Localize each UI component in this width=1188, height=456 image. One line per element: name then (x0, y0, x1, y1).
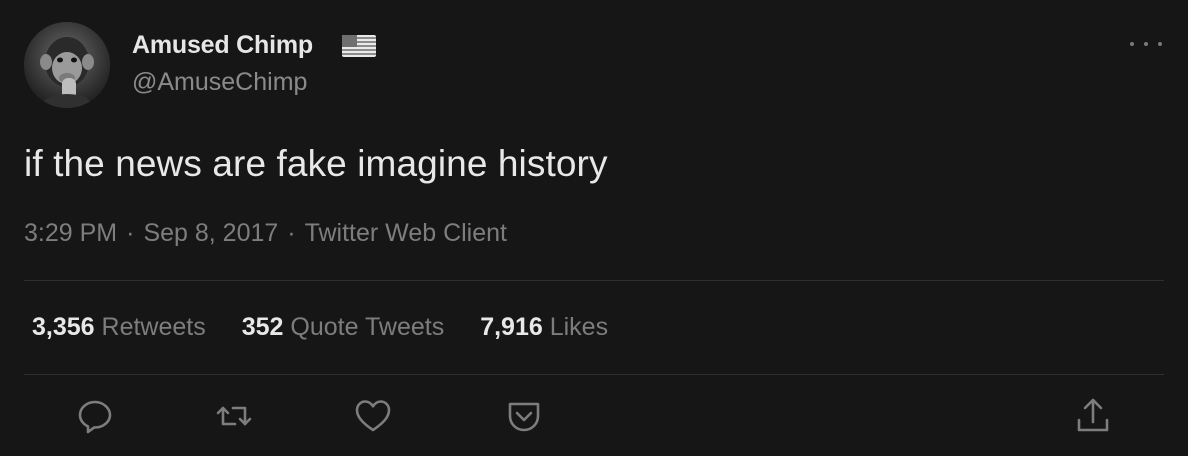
share-icon (1077, 398, 1109, 432)
retweet-button[interactable] (214, 396, 254, 436)
likes-count: 7,916 (480, 313, 543, 341)
bookmark-icon (508, 402, 540, 432)
tweet-date[interactable]: Sep 8, 2017 (143, 219, 278, 247)
tweet-stats: 3,356 Retweets 352 Quote Tweets 7,916 Li… (32, 313, 644, 342)
heart-icon (355, 400, 391, 432)
more-options-icon (1130, 42, 1134, 46)
us-flag-icon (342, 35, 376, 57)
likes-stat[interactable]: 7,916 Likes (480, 313, 608, 342)
reply-icon (78, 400, 112, 434)
tweet-text: if the news are fake imagine history (24, 143, 608, 184)
divider (24, 280, 1164, 281)
chimp-avatar-image (24, 22, 110, 108)
bookmark-button[interactable] (504, 396, 544, 436)
retweets-count: 3,356 (32, 313, 95, 341)
more-options-button[interactable] (1130, 34, 1162, 54)
quote-tweets-stat[interactable]: 352 Quote Tweets (242, 313, 444, 342)
divider (24, 374, 1164, 375)
reply-button[interactable] (75, 396, 115, 436)
avatar[interactable] (24, 22, 110, 108)
quote-tweets-label: Quote Tweets (290, 313, 445, 341)
tweet-meta: 3:29 PM · Sep 8, 2017 · Twitter Web Client (24, 219, 507, 248)
meta-separator: · (126, 219, 135, 247)
author-name[interactable]: Amused Chimp (132, 31, 313, 60)
likes-label: Likes (549, 313, 609, 341)
tweet-card: Amused Chimp @AmuseChimp if the news are… (0, 0, 1188, 456)
tweet-client[interactable]: Twitter Web Client (305, 219, 507, 247)
retweet-icon (216, 406, 252, 426)
retweets-stat[interactable]: 3,356 Retweets (32, 313, 206, 342)
meta-separator: · (287, 219, 296, 247)
author-handle[interactable]: @AmuseChimp (132, 68, 307, 97)
quote-tweets-count: 352 (241, 313, 284, 341)
like-button[interactable] (353, 396, 393, 436)
retweets-label: Retweets (101, 313, 206, 341)
share-button[interactable] (1073, 396, 1113, 436)
tweet-time[interactable]: 3:29 PM (24, 219, 117, 247)
